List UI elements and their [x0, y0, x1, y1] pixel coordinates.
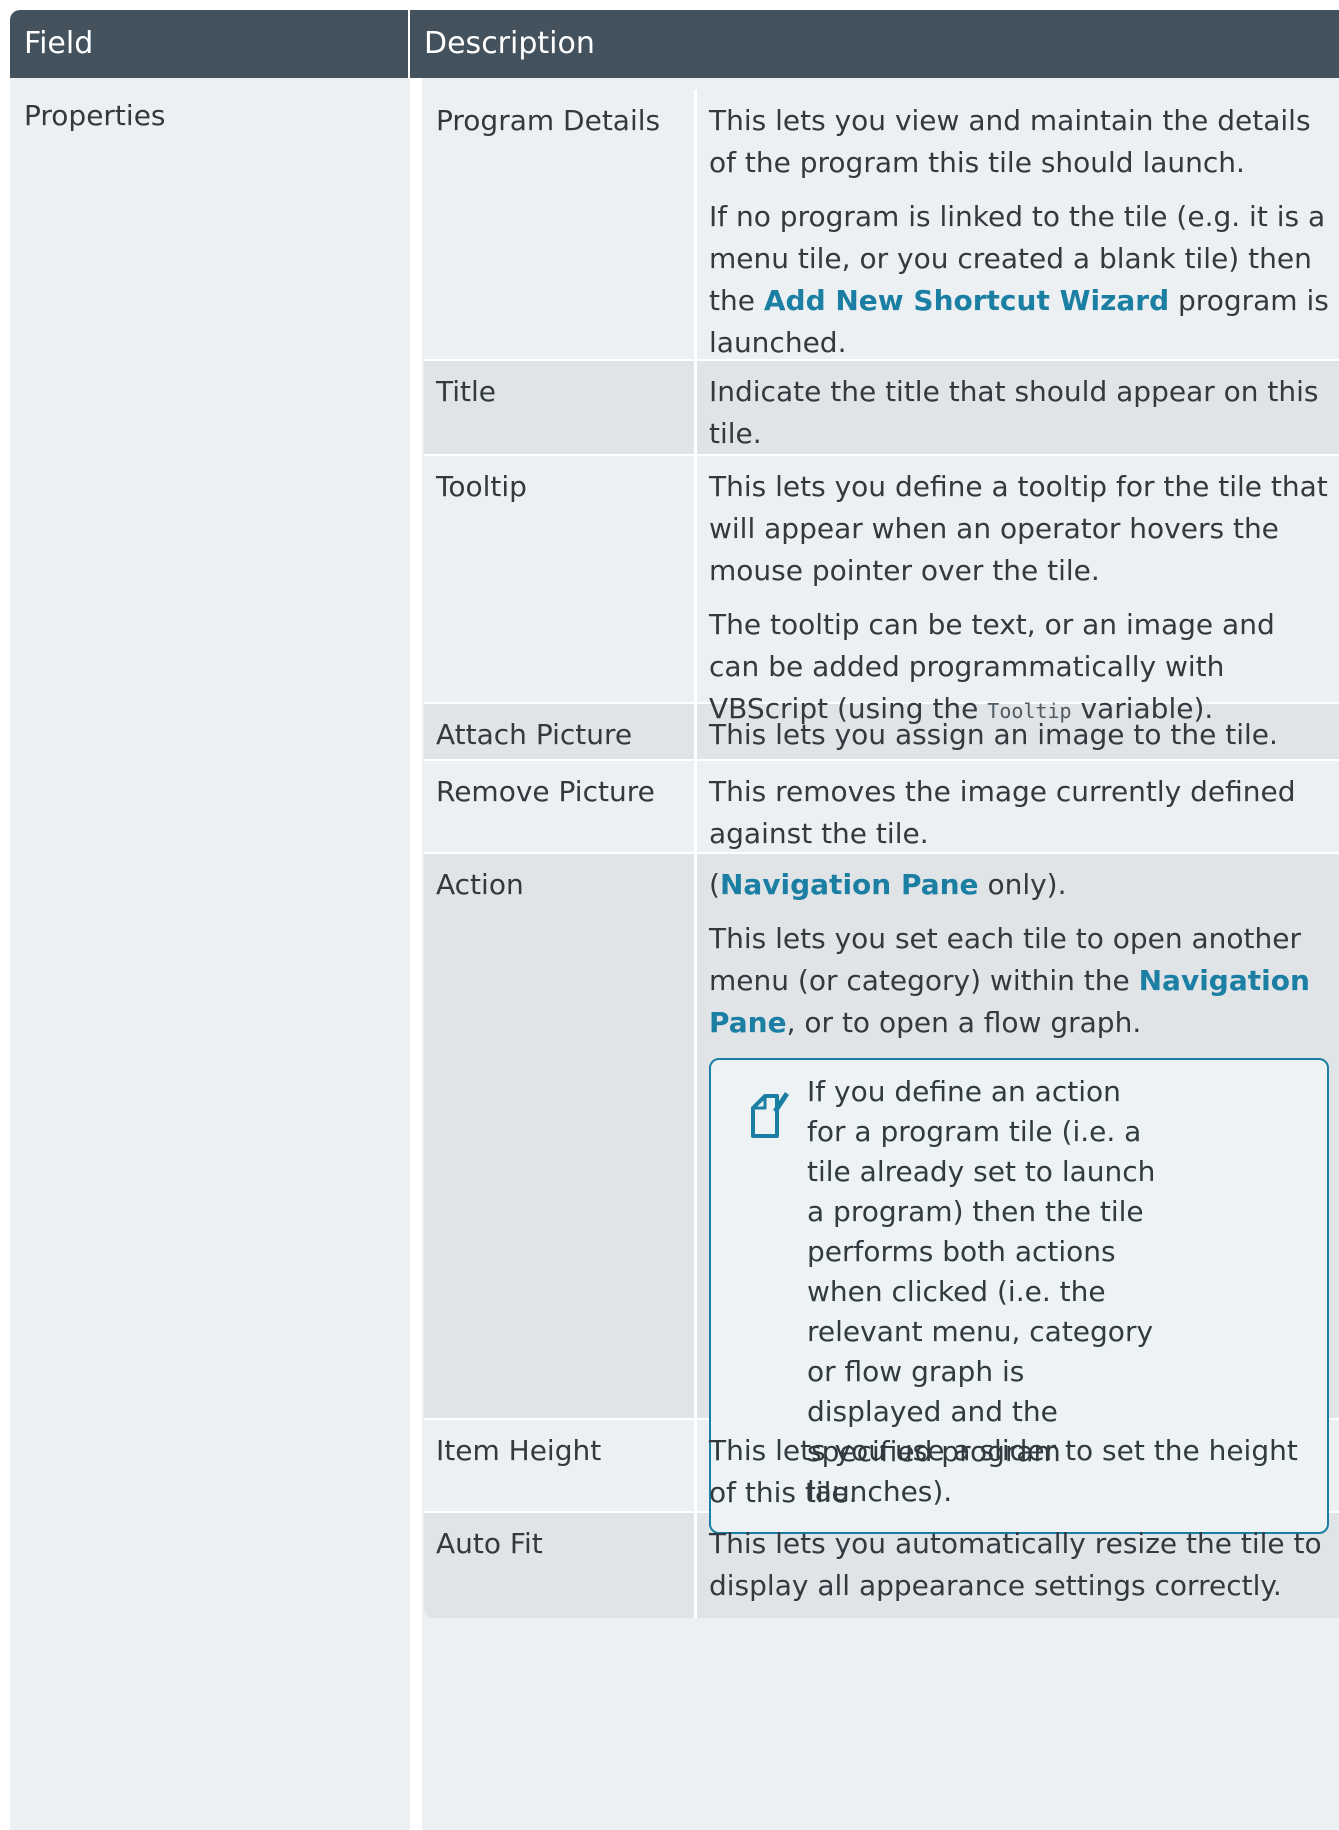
description-text: This lets you set each tile to open anot… [709, 918, 1329, 1044]
description-text: This lets you view and maintain the deta… [709, 104, 1311, 179]
row-auto-fit: Auto Fit This lets you automatically res… [424, 1513, 1339, 1618]
row-attach-picture: Attach Picture This lets you assign an i… [424, 704, 1339, 761]
add-new-shortcut-wizard-link[interactable]: Add New Shortcut Wizard [764, 284, 1169, 317]
row-description: This lets you assign an image to the til… [697, 704, 1339, 759]
table-body: Properties Program Details This lets you… [10, 78, 1339, 1830]
properties-table-page: Field Description Properties Program Det… [0, 0, 1339, 1830]
inner-table: Program Details This lets you view and m… [424, 90, 1339, 1618]
header-field: Field [10, 10, 410, 78]
row-name: Tooltip [424, 456, 697, 702]
row-description: This removes the image currently defined… [697, 761, 1339, 852]
row-name: Action [424, 854, 697, 1418]
row-name: Attach Picture [424, 704, 697, 759]
row-program-details: Program Details This lets you view and m… [424, 90, 1339, 361]
navigation-pane-link[interactable]: Navigation Pane [720, 868, 979, 901]
row-name: Remove Picture [424, 761, 697, 852]
field-properties: Properties [24, 99, 166, 132]
row-action: Action (Navigation Pane only). This lets… [424, 854, 1339, 1534]
description-text: This lets you define a tooltip for the t… [709, 470, 1328, 587]
text-span: only). [978, 868, 1067, 901]
row-description: This lets you automatically resize the t… [697, 1513, 1339, 1618]
column-divider [410, 78, 422, 1830]
row-description: This lets you view and maintain the deta… [697, 90, 1339, 359]
description-text: This lets you assign an image to the til… [709, 718, 1278, 751]
row-item-height: Item Height This lets you use a slider t… [424, 1420, 1339, 1513]
description-text: This lets you automatically resize the t… [709, 1527, 1322, 1602]
row-tooltip: Tooltip This lets you define a tooltip f… [424, 456, 1339, 725]
row-description: This lets you use a slider to set the he… [697, 1420, 1339, 1511]
table-header: Field Description [10, 10, 1339, 78]
description-text: Indicate the title that should appear on… [709, 375, 1319, 450]
description-text: This lets you use a slider to set the he… [709, 1434, 1298, 1509]
description-text: (Navigation Pane only). [709, 864, 1329, 906]
text-span: ( [709, 868, 720, 901]
row-name: Title [424, 361, 697, 454]
row-description: (Navigation Pane only). This lets you se… [697, 854, 1339, 1534]
text-span: , or to open a flow graph. [786, 1006, 1142, 1039]
header-description: Description [424, 26, 595, 61]
description-text: If no program is linked to the tile (e.g… [709, 196, 1329, 364]
row-remove-picture: Remove Picture This removes the image cu… [424, 761, 1339, 854]
row-title: Title Indicate the title that should app… [424, 361, 1339, 456]
row-name: Auto Fit [424, 1513, 697, 1618]
row-name: Program Details [424, 90, 697, 359]
row-name: Item Height [424, 1420, 697, 1511]
description-text: This removes the image currently defined… [709, 775, 1296, 850]
row-description: Indicate the title that should appear on… [697, 361, 1339, 454]
row-description: This lets you define a tooltip for the t… [697, 456, 1339, 725]
